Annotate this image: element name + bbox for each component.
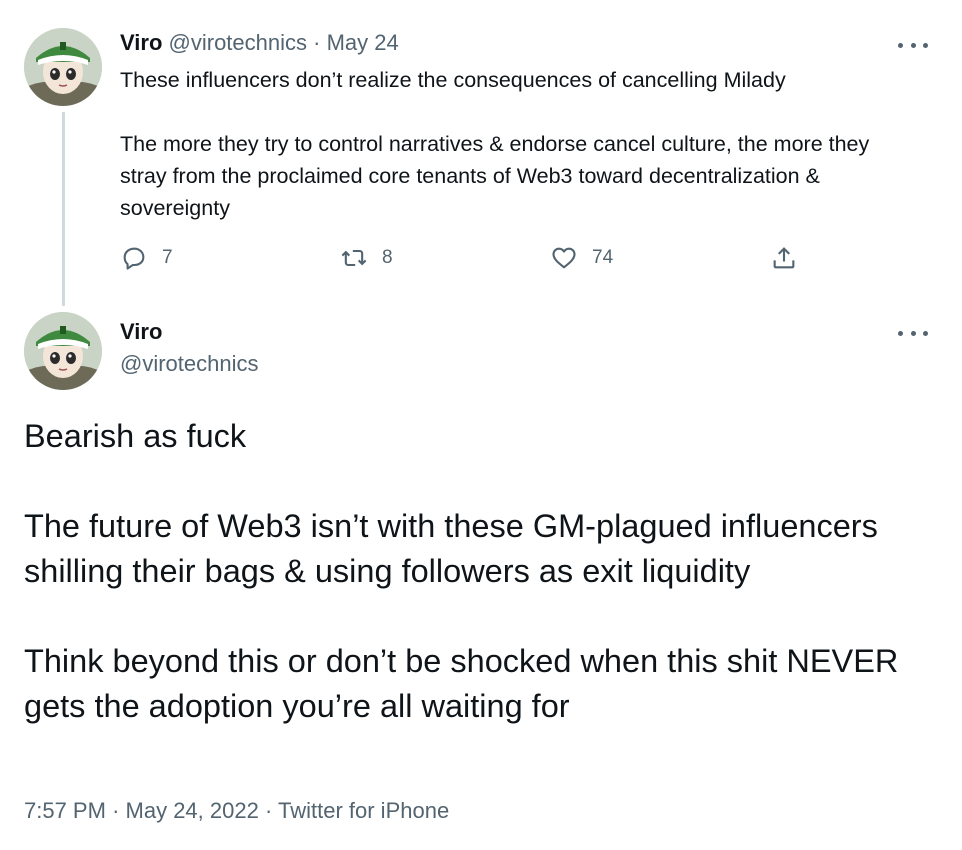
- tweet1-paragraph: These influencers don’t realize the cons…: [120, 68, 786, 92]
- like-button[interactable]: 74: [550, 244, 613, 272]
- tweet-full-date[interactable]: May 24, 2022: [126, 798, 259, 823]
- more-options-button[interactable]: [898, 38, 928, 52]
- more-options-button[interactable]: [898, 326, 928, 340]
- author-handle[interactable]: @virotechnics: [120, 351, 259, 377]
- tweet1-text: These influencers don’t realize the cons…: [120, 64, 920, 224]
- tweet1-header: Viro @virotechnics · May 24: [120, 30, 399, 56]
- tweet-time[interactable]: 7:57 PM: [24, 798, 106, 823]
- tweet-date[interactable]: May 24: [327, 30, 399, 55]
- tweet2-paragraph: Think beyond this or don’t be shocked wh…: [24, 643, 899, 724]
- tweet2-paragraph: Bearish as fuck: [24, 418, 247, 454]
- author-handle[interactable]: @virotechnics: [169, 30, 308, 55]
- meta-separator: ·: [264, 798, 273, 823]
- tweet1-paragraph: The more they try to control narratives …: [120, 132, 870, 220]
- avatar-image: [24, 312, 102, 390]
- thread-connector-line: [62, 112, 65, 306]
- retweet-count: 8: [382, 247, 393, 268]
- more-horizontal-icon: [898, 330, 903, 336]
- tweet-metadata: 7:57 PM · May 24, 2022 · Twitter for iPh…: [24, 798, 449, 824]
- tweet-source: Twitter for iPhone: [278, 798, 450, 823]
- header-separator: ·: [313, 30, 321, 55]
- reply-count: 7: [162, 247, 173, 268]
- reply-icon: [123, 247, 145, 270]
- share-button[interactable]: [770, 244, 812, 272]
- more-horizontal-icon: [898, 42, 903, 48]
- share-icon: [773, 247, 795, 269]
- author-name[interactable]: Viro: [120, 30, 162, 55]
- avatar[interactable]: [24, 312, 102, 390]
- meta-separator: ·: [112, 798, 120, 823]
- tweet2-paragraph: The future of Web3 isn’t with these GM-p…: [24, 508, 878, 589]
- tweet2-text: Bearish as fuck The future of Web3 isn’t…: [24, 414, 944, 729]
- retweet-button[interactable]: 8: [340, 244, 393, 272]
- reply-button[interactable]: 7: [120, 244, 173, 272]
- avatar[interactable]: [24, 28, 102, 106]
- avatar-image: [24, 28, 102, 106]
- heart-icon: [552, 247, 576, 269]
- author-name[interactable]: Viro: [120, 319, 162, 345]
- retweet-icon: [341, 249, 367, 267]
- like-count: 74: [592, 247, 614, 268]
